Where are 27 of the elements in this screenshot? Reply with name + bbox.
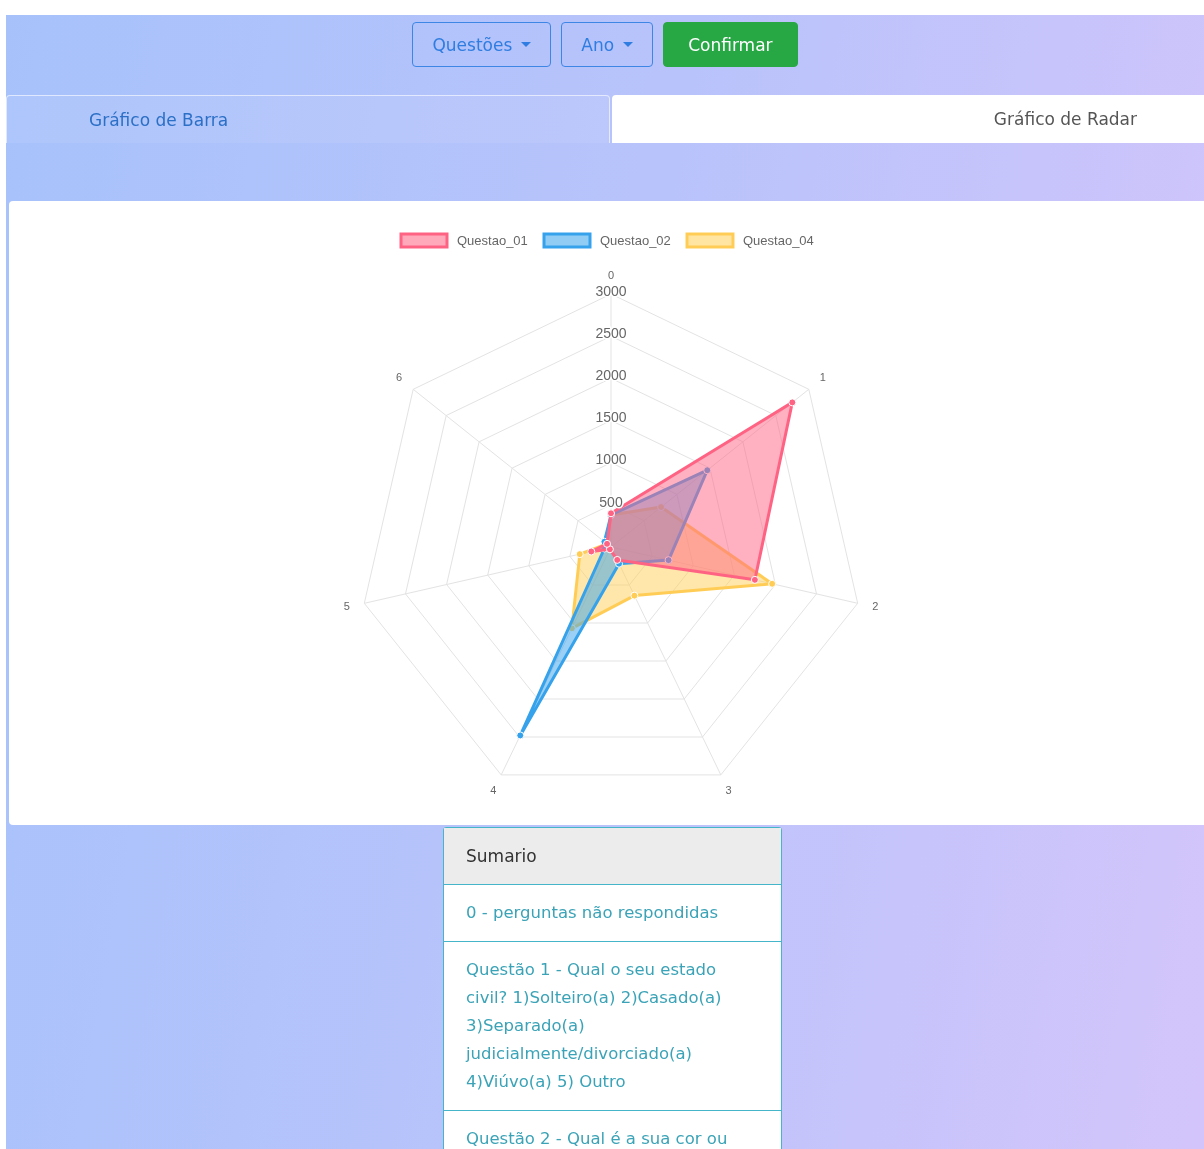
legend-label[interactable]: Questao_04	[743, 233, 814, 248]
tab[interactable]: Gráfico de Radar	[612, 95, 1204, 143]
legend-label[interactable]: Questao_01	[457, 233, 528, 248]
tick-label: 2500	[595, 324, 627, 341]
axis-label: 3	[725, 784, 732, 797]
axis-label: 2	[872, 600, 879, 613]
caret-icon	[623, 42, 634, 47]
tick-label: 500	[599, 493, 623, 510]
legend-swatch	[542, 232, 592, 249]
summary-item: Questão 1 - Qual o seu estado civil? 1)Solteiro(a) 2)Casado(a) 3)Separado(a) judicialmente/divorciado(a) 4)Viúvo(a) 5) Outro	[444, 942, 781, 1111]
axis-label: 5	[343, 600, 350, 613]
tick-label: 3000	[595, 282, 627, 299]
axis-label: 4	[490, 784, 497, 797]
summary-item: 0 - perguntas não respondidas	[444, 885, 781, 942]
tick-label: 2000	[595, 367, 627, 384]
toolbar-button[interactable]: Confirmar	[663, 22, 798, 67]
summary-item: Questão 2 - Qual é a sua cor ou	[444, 1111, 781, 1149]
summary-title: Sumario	[444, 828, 781, 885]
legend-swatch	[399, 232, 449, 249]
axis-label: 0	[607, 268, 615, 281]
axis-label: 1	[819, 370, 826, 383]
legend-label[interactable]: Questao_02	[600, 233, 671, 248]
axis-label: 6	[396, 370, 403, 383]
tick-label: 1000	[595, 451, 627, 468]
caret-icon	[521, 42, 532, 47]
tick-label: 1500	[595, 409, 627, 426]
legend-swatch	[685, 232, 735, 249]
